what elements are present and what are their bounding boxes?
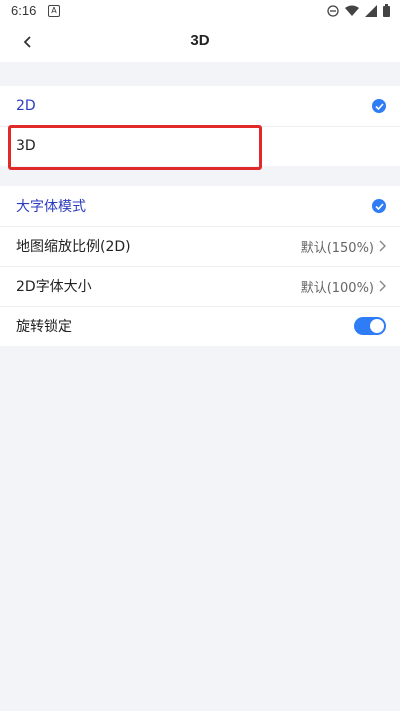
- font-size-2d-value: 默认(100%): [300, 280, 374, 296]
- status-time: 6:16: [11, 3, 37, 18]
- nav-bar: 3D: [0, 22, 400, 62]
- settings-group: 大字体模式 地图缩放比例(2D) 默认(150%) 2D字体大小 默认(100%…: [0, 186, 400, 346]
- check-icon: [372, 199, 386, 213]
- status-icons: [327, 4, 390, 17]
- chevron-right-icon: [378, 280, 386, 292]
- map-scale-row[interactable]: 地图缩放比例(2D) 默认(150%): [0, 226, 400, 266]
- rotation-lock-label: 旋转锁定: [16, 319, 72, 335]
- rotation-lock-toggle[interactable]: [354, 317, 386, 335]
- font-size-2d-row[interactable]: 2D字体大小 默认(100%): [0, 266, 400, 306]
- battery-icon: [383, 4, 390, 17]
- mode-option-label: 3D: [16, 138, 36, 154]
- map-scale-value: 默认(150%): [300, 240, 374, 256]
- mode-option-3d[interactable]: 3D: [0, 126, 400, 166]
- large-font-mode-row[interactable]: 大字体模式: [0, 186, 400, 226]
- dnd-icon: [327, 4, 339, 17]
- chevron-right-icon: [378, 240, 386, 252]
- mode-option-label: 2D: [16, 98, 36, 114]
- mode-group: 2D 3D: [0, 86, 400, 166]
- mode-option-2d[interactable]: 2D: [0, 86, 400, 126]
- check-icon: [372, 99, 386, 113]
- toggle-knob: [370, 319, 384, 333]
- rotation-lock-row: 旋转锁定: [0, 306, 400, 346]
- wifi-icon: [345, 5, 359, 16]
- notification-a-icon: A: [48, 5, 60, 17]
- signal-icon: [365, 4, 377, 17]
- status-bar: 6:16 A: [0, 0, 400, 22]
- page-title: 3D: [190, 32, 210, 49]
- font-size-2d-label: 2D字体大小: [16, 279, 92, 295]
- large-font-mode-label: 大字体模式: [16, 199, 86, 215]
- map-scale-label: 地图缩放比例(2D): [16, 239, 131, 255]
